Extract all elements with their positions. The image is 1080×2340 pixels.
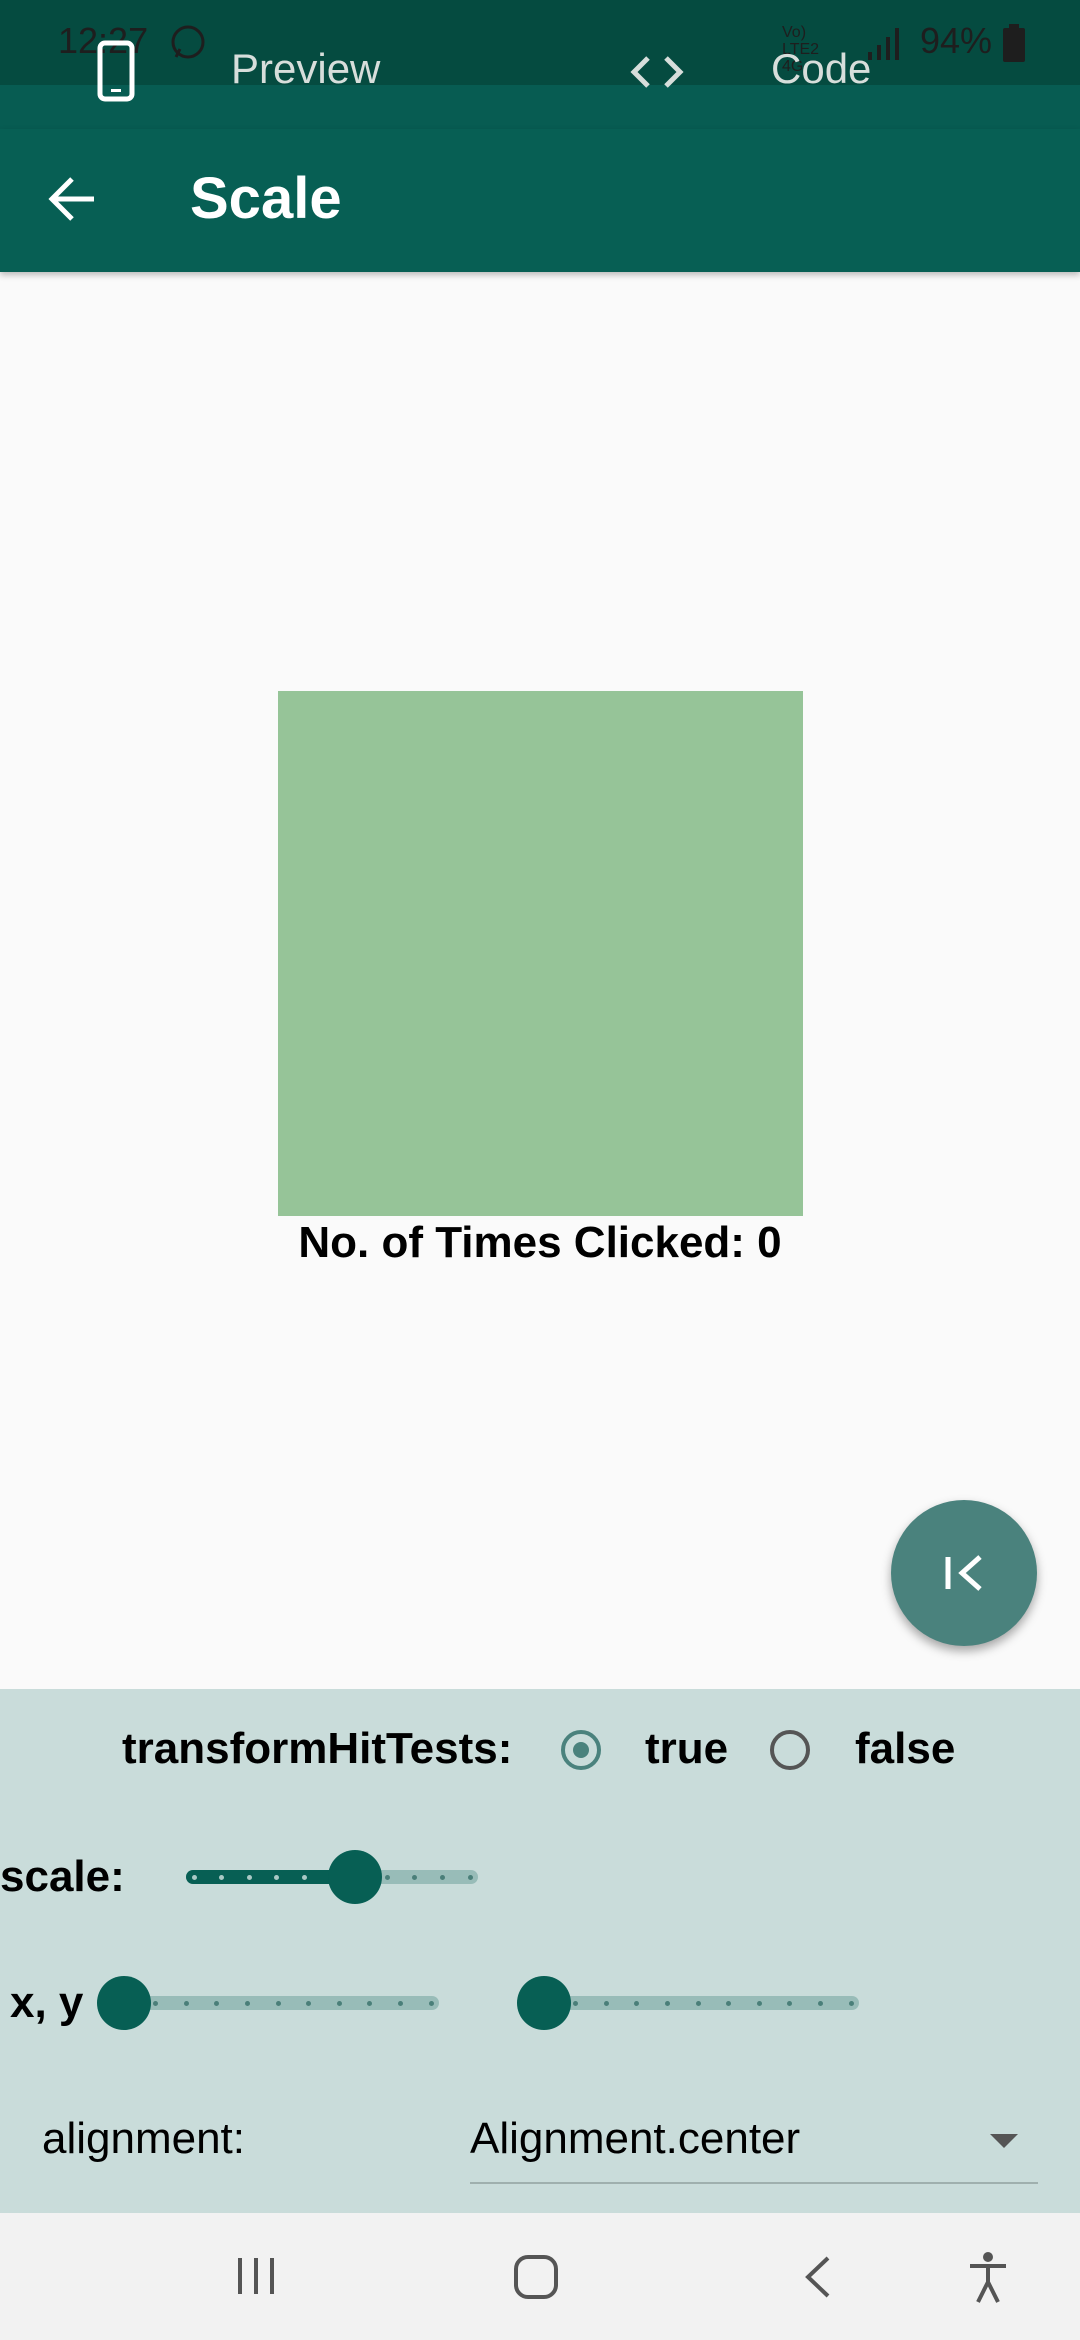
slider-tick (817, 2000, 823, 2006)
slider-tick (756, 2000, 762, 2006)
slider-tick (439, 1874, 445, 1880)
slider-tick (246, 1874, 252, 1880)
radio-false[interactable] (770, 1730, 810, 1770)
scale-slider[interactable] (186, 1850, 478, 1904)
slider-tick (467, 1874, 473, 1880)
phone-icon (97, 40, 135, 102)
alignment-value: Alignment.center (470, 2114, 801, 2163)
x-slider-thumb[interactable] (97, 1976, 151, 2030)
slider-tick (244, 2000, 250, 2006)
slider-tick (787, 2000, 793, 2006)
slider-tick (428, 2000, 434, 2006)
slider-tick (191, 1874, 197, 1880)
scaled-green-box[interactable] (278, 691, 803, 1216)
alignment-label: alignment: (42, 2114, 246, 2163)
radio-false-label: false (855, 1724, 956, 1773)
y-slider[interactable] (517, 1976, 859, 2030)
nav-recents-icon[interactable] (232, 2254, 280, 2298)
accessibility-icon[interactable] (966, 2250, 1010, 2304)
app-bar (0, 129, 1080, 272)
slider-tick (183, 2000, 189, 2006)
code-icon (630, 56, 684, 88)
slider-tick (336, 2000, 342, 2006)
slider-tick (664, 2000, 670, 2006)
slider-tick (384, 1874, 390, 1880)
slider-tick (695, 2000, 701, 2006)
battery-percentage: 94% (920, 20, 993, 61)
slider-tick (153, 2000, 159, 2006)
slider-tick (412, 1874, 418, 1880)
tab-code[interactable]: Code (620, 36, 890, 106)
scale-label: scale: (0, 1852, 125, 1901)
radio-true[interactable] (561, 1730, 601, 1770)
slider-tick (301, 1874, 307, 1880)
tab-preview[interactable]: Preview (90, 36, 380, 106)
transform-hit-tests-label: transformHitTests: (122, 1724, 513, 1773)
alignment-dropdown[interactable]: Alignment.center (470, 2100, 1038, 2180)
dropdown-arrow-icon (990, 2134, 1018, 2148)
tab-code-label: Code (771, 45, 872, 92)
slider-tick (726, 2000, 732, 2006)
slider-tick (397, 2000, 403, 2006)
slider-tick (634, 2000, 640, 2006)
slider-tick (219, 1874, 225, 1880)
x-slider[interactable] (97, 1976, 439, 2030)
back-arrow-icon[interactable] (46, 172, 100, 226)
scale-slider-thumb[interactable] (328, 1850, 383, 1904)
nav-back-icon[interactable] (798, 2254, 838, 2300)
xy-label: x, y (10, 1978, 84, 2027)
radio-true-dot (573, 1742, 589, 1758)
fab-first-page-button[interactable] (891, 1500, 1037, 1646)
slider-tick (848, 2000, 854, 2006)
slider-tick (306, 2000, 312, 2006)
slider-tick (573, 2000, 579, 2006)
dropdown-underline (470, 2182, 1038, 2184)
slider-tick (275, 2000, 281, 2006)
slider-tick (603, 2000, 609, 2006)
click-count-text: No. of Times Clicked: 0 (298, 1218, 782, 1267)
slider-tick (367, 2000, 373, 2006)
fab-first-page-icon (945, 1555, 982, 1591)
radio-true-label: true (645, 1724, 729, 1773)
nav-home-icon[interactable] (511, 2252, 561, 2302)
y-slider-thumb[interactable] (517, 1976, 571, 2030)
slider-tick (274, 1874, 280, 1880)
battery-icon (1003, 24, 1025, 62)
tab-preview-label: Preview (231, 45, 381, 92)
slider-tick (214, 2000, 220, 2006)
page-title: Scale (190, 166, 342, 231)
